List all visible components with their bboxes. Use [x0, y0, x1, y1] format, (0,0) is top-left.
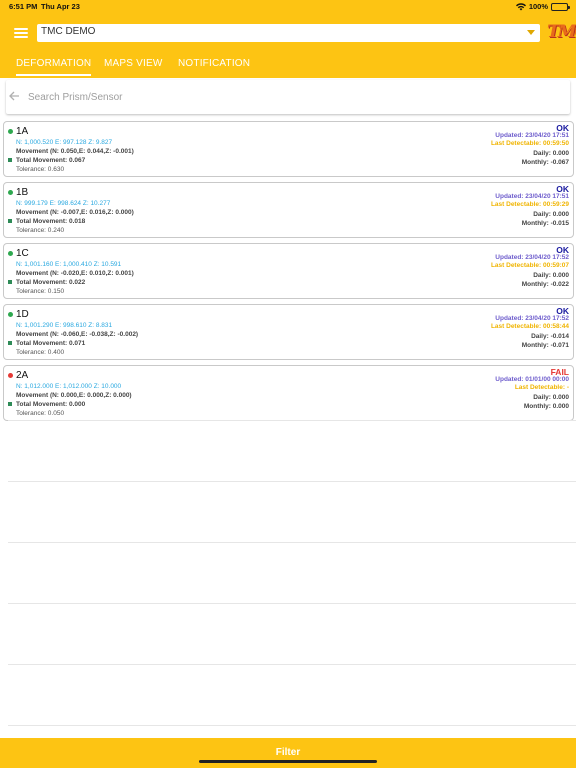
search-input[interactable]: Search Prism/Sensor — [28, 92, 122, 103]
square-icon — [8, 219, 12, 223]
status-date: Thu Apr 23 — [41, 2, 80, 11]
prism-coordinates: N: 999.179 E: 998.624 Z: 10.277 — [16, 200, 111, 207]
prism-last-detectable: Last Detectable: 00:58:44 — [490, 323, 569, 330]
list-item[interactable]: 1C N: 1,001.160 E: 1,000.410 Z: 10.591 M… — [3, 243, 574, 299]
divider — [8, 725, 576, 726]
chevron-down-icon — [527, 30, 535, 35]
prism-last-detectable: Last Detectable: 00:59:50 — [490, 140, 569, 147]
divider — [8, 542, 576, 543]
prism-updated: Updated: 01/01/00 00:00 — [495, 376, 569, 383]
list-item[interactable]: 2A N: 1,012.000 E: 1,012.000 Z: 10.000 M… — [3, 365, 574, 421]
prism-monthly: Monthly: 0.000 — [523, 403, 569, 410]
filter-button[interactable]: Filter — [0, 738, 576, 768]
prism-tolerance: Tolerance: 0.400 — [16, 349, 65, 356]
prism-movement: Movement (N: -0.020,E: 0.010,Z: 0.001) — [16, 270, 134, 277]
home-indicator[interactable] — [199, 760, 377, 763]
wifi-icon — [515, 2, 526, 10]
status-time: 6:51 PM — [9, 2, 38, 11]
square-icon — [8, 158, 12, 162]
status-bar: 6:51 PM Thu Apr 23 100% — [0, 0, 576, 14]
prism-monthly: Monthly: -0.015 — [521, 220, 569, 227]
status-dot — [8, 251, 13, 256]
list-item[interactable]: 1D N: 1,001.290 E: 998.610 Z: 8.831 Move… — [3, 304, 574, 360]
prism-daily: Daily: 0.000 — [533, 394, 569, 401]
prism-total-movement: Total Movement: 0.022 — [16, 279, 86, 286]
prism-total-movement: Total Movement: 0.018 — [16, 218, 86, 225]
tab-deformation[interactable]: DEFORMATION — [16, 58, 92, 76]
square-icon — [8, 280, 12, 284]
prism-coordinates: N: 1,001.160 E: 1,000.410 Z: 10.591 — [16, 261, 122, 268]
status-dot — [8, 129, 13, 134]
divider — [8, 664, 576, 665]
square-icon — [8, 341, 12, 345]
tab-bar: DEFORMATION MAPS VIEW NOTIFICATION — [0, 54, 576, 78]
prism-name: 2A — [16, 370, 29, 381]
status-dot — [8, 190, 13, 195]
prism-last-detectable: Last Detectable: 00:59:29 — [490, 201, 569, 208]
prism-coordinates: N: 1,012.000 E: 1,012.000 Z: 10.000 — [16, 383, 122, 390]
prism-daily: Daily: 0.000 — [533, 211, 569, 218]
prism-name: 1B — [16, 187, 29, 198]
menu-icon[interactable] — [14, 28, 28, 38]
prism-movement: Movement (N: 0.050,E: 0.044,Z: -0.001) — [16, 148, 134, 155]
tab-notification[interactable]: NOTIFICATION — [178, 58, 250, 69]
prism-tolerance: Tolerance: 0.050 — [16, 410, 65, 417]
prism-name: 1A — [16, 126, 29, 137]
status-right: 100% — [515, 2, 570, 11]
battery-percent: 100% — [528, 2, 548, 11]
prism-coordinates: N: 1,001.290 E: 998.610 Z: 8.831 — [16, 322, 113, 329]
prism-name: 1C — [16, 248, 29, 259]
list-item[interactable]: 1A N: 1,000.520 E: 997.128 Z: 9.827 Move… — [3, 121, 574, 177]
prism-monthly: Monthly: -0.022 — [521, 281, 569, 288]
app-bar: TMC DEMO TMC DEFORMATION MAPS VIEW NOTIF… — [0, 14, 576, 78]
project-dropdown[interactable]: TMC DEMO — [37, 24, 540, 42]
app-logo: TMC — [547, 22, 576, 42]
prism-monthly: Monthly: -0.067 — [521, 159, 569, 166]
divider — [8, 481, 576, 482]
tab-maps-view[interactable]: MAPS VIEW — [104, 58, 162, 69]
divider — [8, 603, 576, 604]
search-bar[interactable]: Search Prism/Sensor — [6, 80, 570, 114]
prism-last-detectable: Last Detectable: 00:59:07 — [490, 262, 569, 269]
divider — [8, 420, 576, 421]
status-dot — [8, 373, 13, 378]
prism-tolerance: Tolerance: 0.240 — [16, 227, 65, 234]
list-item[interactable]: 1B N: 999.179 E: 998.624 Z: 10.277 Movem… — [3, 182, 574, 238]
back-arrow-icon[interactable] — [8, 90, 20, 102]
project-dropdown-value: TMC DEMO — [41, 26, 96, 37]
square-icon — [8, 402, 12, 406]
prism-movement: Movement (N: 0.000,E: 0.000,Z: 0.000) — [16, 392, 132, 399]
battery-icon — [551, 2, 570, 11]
prism-updated: Updated: 23/04/20 17:52 — [495, 254, 569, 261]
prism-total-movement: Total Movement: 0.000 — [16, 401, 86, 408]
prism-daily: Daily: 0.000 — [533, 272, 569, 279]
prism-last-detectable: Last Detectable: - — [514, 384, 569, 391]
prism-updated: Updated: 23/04/20 17:51 — [495, 193, 569, 200]
prism-tolerance: Tolerance: 0.150 — [16, 288, 65, 295]
prism-movement: Movement (N: -0.007,E: 0.016,Z: 0.000) — [16, 209, 134, 216]
prism-tolerance: Tolerance: 0.630 — [16, 166, 65, 173]
prism-monthly: Monthly: -0.071 — [521, 342, 569, 349]
prism-total-movement: Total Movement: 0.071 — [16, 340, 86, 347]
prism-total-movement: Total Movement: 0.067 — [16, 157, 86, 164]
prism-coordinates: N: 1,000.520 E: 997.128 Z: 9.827 — [16, 139, 113, 146]
prism-daily: Daily: 0.000 — [533, 150, 569, 157]
filter-label: Filter — [275, 747, 301, 758]
prism-name: 1D — [16, 309, 29, 320]
prism-daily: Daily: -0.014 — [531, 333, 569, 340]
prism-updated: Updated: 23/04/20 17:51 — [495, 132, 569, 139]
prism-updated: Updated: 23/04/20 17:52 — [495, 315, 569, 322]
status-dot — [8, 312, 13, 317]
prism-movement: Movement (N: -0.060,E: -0.038,Z: -0.002) — [16, 331, 139, 338]
